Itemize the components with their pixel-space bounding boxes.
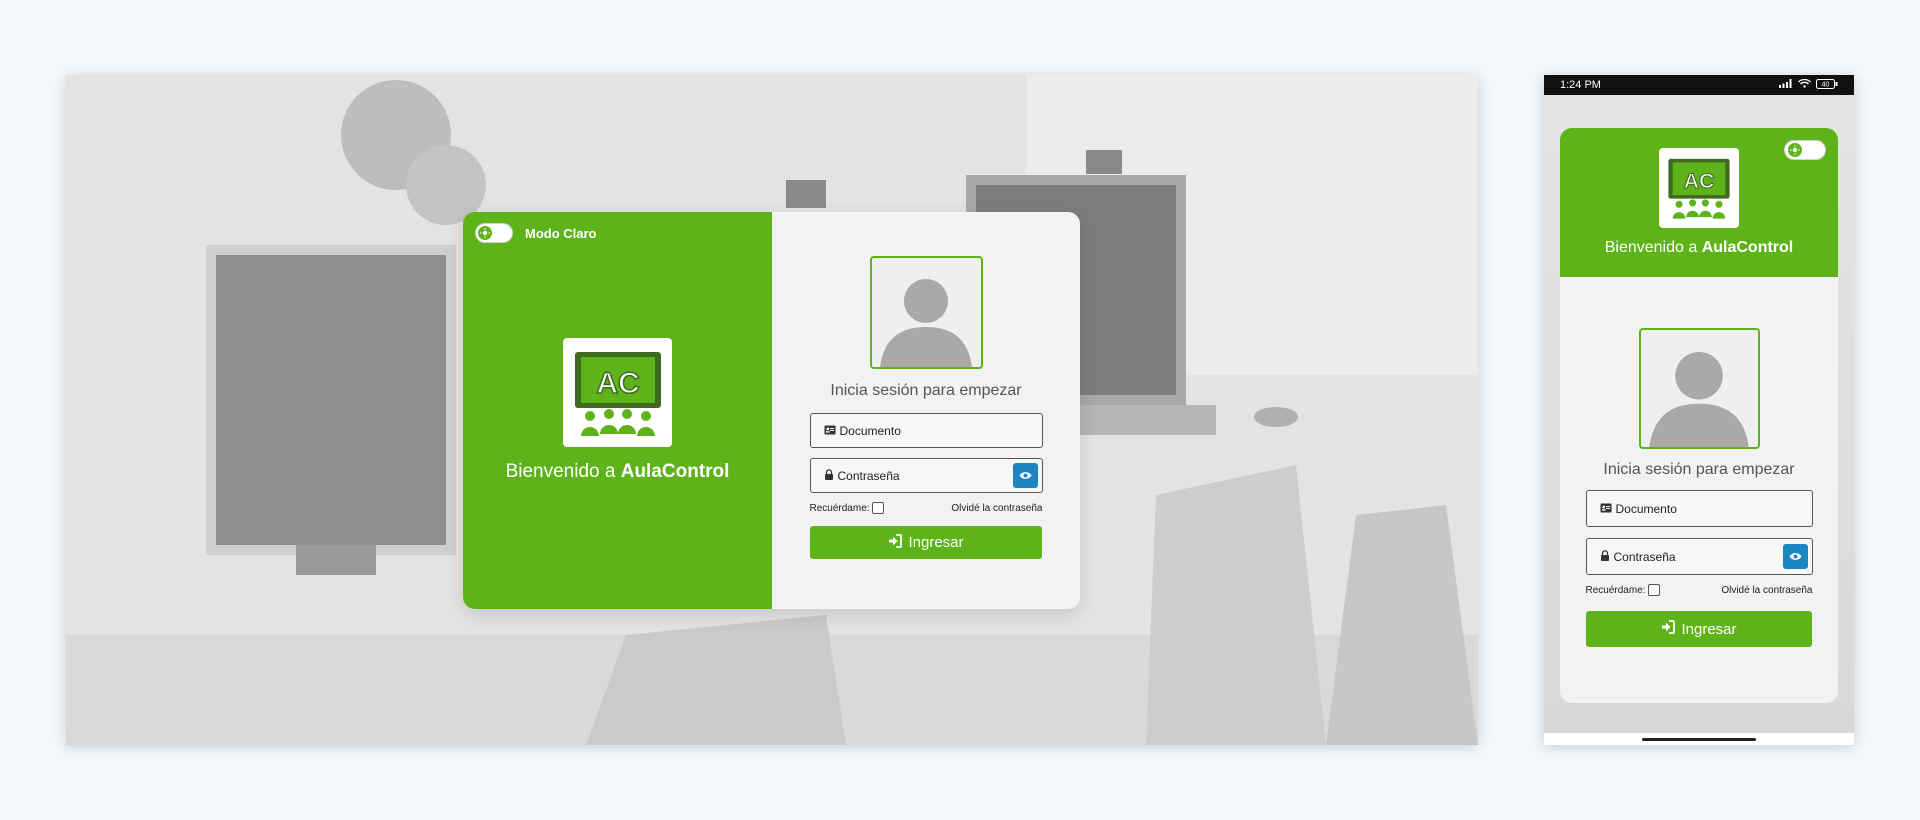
lock-icon xyxy=(1600,549,1610,564)
id-card-icon xyxy=(824,424,836,438)
mobile-login-subtitle: Inicia sesión para empezar xyxy=(1603,461,1795,478)
remember-label: Recuérdame: xyxy=(809,502,870,514)
login-button[interactable]: Ingresar xyxy=(810,526,1042,559)
mobile-document-field[interactable]: Documento xyxy=(1585,490,1813,527)
remember-checkbox[interactable] xyxy=(1647,584,1660,596)
password-placeholder: Contraseña xyxy=(1613,549,1676,564)
sun-icon xyxy=(1788,143,1802,157)
remember-me: Recuérdame: xyxy=(810,502,884,514)
eye-icon xyxy=(1789,550,1802,564)
mobile-login-card: AC Bienvenido a AulaControl Inicia sesió… xyxy=(1560,128,1838,703)
document-field[interactable]: Documento xyxy=(809,413,1043,448)
login-subtitle: Inicia sesión para empezar xyxy=(830,382,1022,399)
brand-name: AulaControl xyxy=(620,461,730,482)
forgot-password-link[interactable]: Olvidé la contraseña xyxy=(951,503,1042,514)
login-options: Recuérdame: Olvidé la contraseña xyxy=(810,502,1043,514)
logo-text: AC xyxy=(596,367,639,400)
sign-in-icon xyxy=(1661,620,1676,638)
battery-level: 40 xyxy=(1822,81,1830,88)
forgot-password-link[interactable]: Olvidé la contraseña xyxy=(1721,585,1812,596)
welcome-heading: Bienvenido a AulaControl xyxy=(505,461,730,482)
user-silhouette-icon xyxy=(1638,328,1760,449)
mobile-toggle-password-visibility-button[interactable] xyxy=(1782,544,1808,569)
password-placeholder: Contraseña xyxy=(837,468,900,483)
battery-icon: 40 xyxy=(1816,78,1838,92)
status-icons: 40 xyxy=(1779,78,1838,92)
aulacontrol-logo: AC xyxy=(563,338,672,447)
theme-toggle[interactable]: Modo Claro xyxy=(475,223,597,243)
remember-checkbox[interactable] xyxy=(871,502,884,514)
status-time: 1:24 PM xyxy=(1560,79,1601,91)
toggle-switch[interactable] xyxy=(475,223,513,243)
eye-icon xyxy=(1019,469,1032,483)
remember-label: Recuérdame: xyxy=(1585,584,1646,596)
desktop-preview: Modo Claro AC Bienvenido a AulaControl I… xyxy=(66,75,1478,745)
home-indicator[interactable] xyxy=(1642,738,1756,741)
login-card: Modo Claro AC Bienvenido a AulaControl I… xyxy=(463,212,1080,609)
sun-icon xyxy=(478,226,492,240)
id-card-icon xyxy=(1600,502,1612,516)
wifi-icon xyxy=(1798,78,1811,91)
lock-icon xyxy=(824,468,834,483)
mobile-aulacontrol-logo: AC xyxy=(1659,148,1739,228)
document-placeholder: Documento xyxy=(839,423,901,438)
login-button-label: Ingresar xyxy=(908,534,964,551)
mobile-login-button[interactable]: Ingresar xyxy=(1586,611,1812,647)
logo-icon: AC xyxy=(574,351,661,436)
brand-panel: Modo Claro AC Bienvenido a AulaControl xyxy=(463,212,772,609)
mobile-password-field[interactable]: Contraseña xyxy=(1585,538,1813,575)
password-field[interactable]: Contraseña xyxy=(809,458,1043,493)
remember-me: Recuérdame: xyxy=(1586,584,1660,596)
document-placeholder: Documento xyxy=(1615,501,1677,516)
signal-icon xyxy=(1779,79,1793,91)
toggle-password-visibility-button[interactable] xyxy=(1012,463,1038,488)
brand-name: AulaControl xyxy=(1701,239,1794,256)
login-form: Inicia sesión para empezar Documento Con… xyxy=(772,212,1080,609)
logo-text: AC xyxy=(1684,169,1715,193)
mobile-preview: 1:24 PM 40 AC Bienvenido a AulaControl I… xyxy=(1544,75,1854,745)
logo-icon: AC xyxy=(1668,158,1730,219)
mobile-login-options: Recuérdame: Olvidé la contraseña xyxy=(1586,584,1813,596)
sign-in-icon xyxy=(888,533,903,552)
login-button-label: Ingresar xyxy=(1681,620,1737,638)
mobile-welcome-heading: Bienvenido a AulaControl xyxy=(1604,239,1794,256)
mobile-login-form: Inicia sesión para empezar Documento Con… xyxy=(1560,277,1838,647)
user-silhouette-icon xyxy=(869,256,983,369)
mobile-theme-toggle[interactable] xyxy=(1784,140,1826,160)
theme-toggle-label: Modo Claro xyxy=(525,225,597,241)
mobile-brand-header: AC Bienvenido a AulaControl xyxy=(1560,128,1838,277)
status-bar: 1:24 PM 40 xyxy=(1544,75,1854,95)
